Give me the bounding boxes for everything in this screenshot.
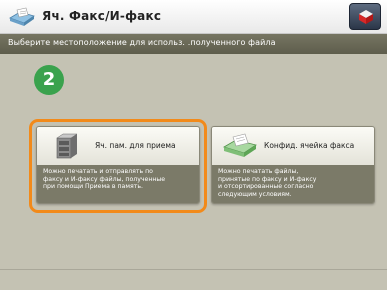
confidential-fax-inbox-description: Можно печатать файлы, принятые по факсу … [218,168,317,198]
memory-rx-inbox-label: Яч. пам. для приема [95,141,176,150]
memory-rx-inbox-button[interactable]: Яч. пам. для приема Можно печатать и отп… [36,126,200,204]
fax-inbox-icon [8,6,36,28]
confidential-fax-inbox-button[interactable]: Конфид. ячейка факса Можно печатать файл… [211,126,375,204]
instruction-text: Выберите местоположение для использ. .по… [8,38,276,47]
fax-box-icon [222,133,258,163]
title-bar: Яч. Факс/И-факс [0,0,387,34]
window-title: Яч. Факс/И-факс [42,9,162,23]
card-description-area: Можно печатать файлы, принятые по факсу … [212,165,374,203]
card-description-area: Можно печатать и отправлять по факсу и И… [37,165,199,203]
confidential-fax-inbox-label: Конфид. ячейка факса [264,141,355,150]
instruction-bar: Выберите местоположение для использ. .по… [0,34,387,54]
memory-rx-inbox-description: Можно печатать и отправлять по факсу и И… [43,168,166,191]
memory-box-icon [53,132,78,164]
device-settings-icon [359,10,373,24]
step-badge: 2 [34,65,64,95]
card-header: Конфид. ячейка факса [212,127,374,165]
card-header: Яч. пам. для приема [37,127,199,165]
bottom-divider [0,269,387,270]
device-settings-button[interactable] [349,3,381,30]
